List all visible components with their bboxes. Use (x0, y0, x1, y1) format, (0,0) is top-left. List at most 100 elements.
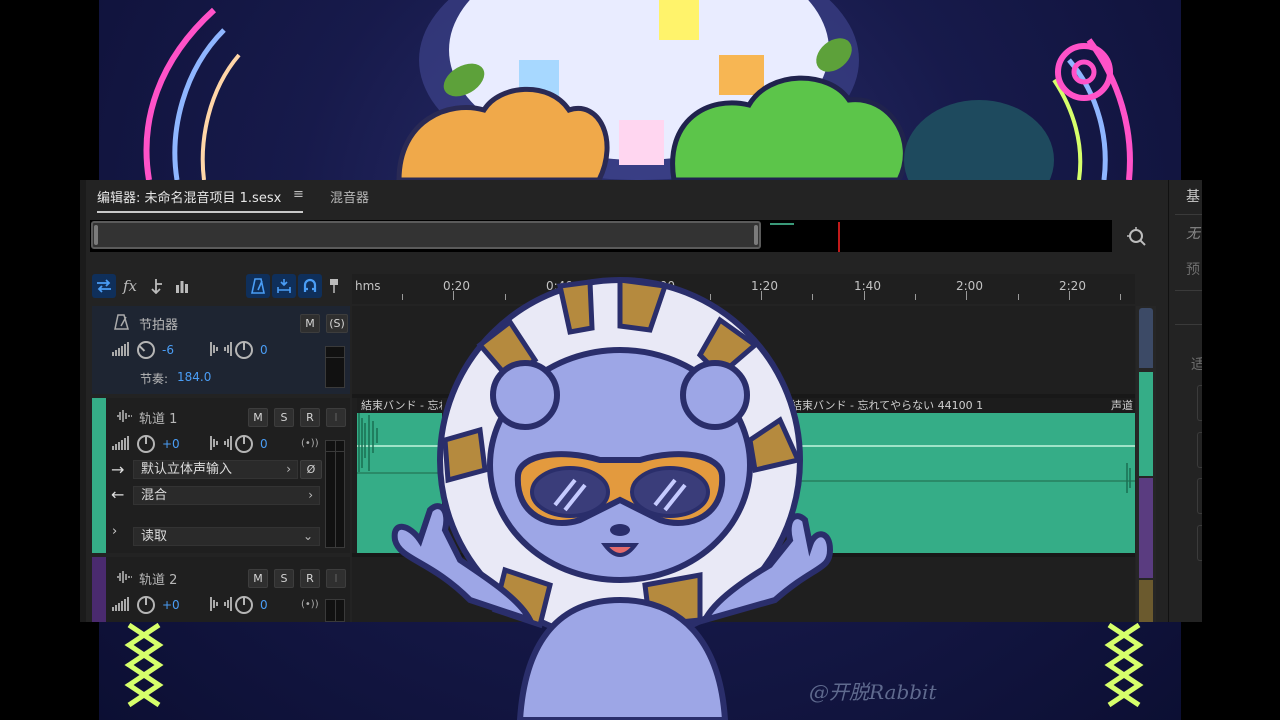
track-2-mute-button[interactable]: M (248, 569, 268, 588)
ruler-tick (453, 291, 455, 300)
ruler-label-1-40: 1:40 (854, 279, 881, 293)
track-1-output-label: 混合 (141, 488, 168, 503)
volume-icon (112, 436, 130, 453)
track-1-volume-knob[interactable] (137, 435, 155, 453)
phase-invert-button[interactable]: Ø (300, 460, 322, 479)
track-2-record-button[interactable]: R (300, 569, 320, 588)
track-2-level-meter (325, 599, 345, 622)
ruler-tick (709, 294, 711, 300)
ruler-tick (658, 291, 660, 300)
stereo-icon[interactable]: (•)) (301, 438, 319, 449)
track-1-volume-value[interactable]: +0 (162, 437, 180, 451)
metronome-pan-value[interactable]: 0 (260, 343, 268, 357)
ruler-tick (1017, 294, 1019, 300)
chevron-down-icon: ⌄ (302, 529, 313, 543)
track-2-pan-value[interactable]: 0 (260, 598, 268, 612)
overview-level-line (770, 223, 794, 225)
clip-2-waveform (787, 445, 1135, 493)
metronome-toggle-icon[interactable] (246, 274, 270, 298)
track-1-record-button[interactable]: R (300, 408, 320, 427)
overview-selection-handle[interactable] (91, 221, 761, 249)
track-2-volume-knob[interactable] (137, 596, 155, 614)
input-arrow-icon: → (111, 460, 125, 479)
track-2-solo-button[interactable]: S (274, 569, 294, 588)
snap-magnet-icon[interactable] (298, 274, 322, 298)
ruler-tick (966, 291, 968, 300)
metronome-mute-button[interactable]: M (300, 314, 320, 333)
track-1-automation-select[interactable]: 读取 ⌄ (133, 527, 320, 546)
stereo-icon[interactable]: (•)) (301, 599, 319, 610)
watermark-text: @开脱Rabbit (809, 680, 937, 704)
output-arrow-icon: ← (111, 485, 125, 504)
vertical-scrollbar[interactable] (1136, 306, 1156, 622)
volume-icon (112, 342, 130, 359)
time-selection-icon[interactable] (272, 274, 296, 298)
zoom-to-selection-icon[interactable] (1126, 226, 1148, 248)
track-1-input-monitor-button[interactable]: I (326, 408, 346, 427)
editor-tabbar: 编辑器: 未命名混音项目 1.sesx ≡ 混音器 (86, 180, 1166, 213)
track-2-pan-knob[interactable] (235, 596, 253, 614)
metronome-pan-knob[interactable] (235, 341, 253, 359)
time-ruler[interactable]: hms 0:20 0:40 1:00 1:20 1:40 2:00 2:20 (352, 274, 1135, 304)
clip-2-channel: 声道 (1111, 399, 1133, 412)
sends-icon[interactable] (144, 274, 168, 298)
tab-menu-icon[interactable]: ≡ (293, 187, 304, 202)
clip-1-label: 結束バンド - 忘れて (357, 398, 442, 413)
timeline-overview[interactable] (90, 220, 1112, 252)
track-1-pan-knob[interactable] (235, 435, 253, 453)
metronome-name: 节拍器 (139, 318, 179, 333)
waveform-track-icon (116, 571, 132, 586)
eq-icon[interactable] (170, 274, 194, 298)
metronome-volume-knob[interactable] (137, 341, 155, 359)
track-1-pan-value[interactable]: 0 (260, 437, 268, 451)
ruler-label-1-00: 1:00 (648, 279, 675, 293)
track-1-input-select[interactable]: 默认立体声输入 › (133, 460, 298, 479)
track-2-color-stripe (92, 557, 106, 622)
waveform-track-icon (116, 410, 132, 425)
clip-2-title: 結束バンド - 忘れてやらない 44100 1 (791, 399, 984, 412)
overview-playhead (838, 222, 840, 252)
metronome-track-header: 节拍器 M (S) -6 0 节奏: 184.0 (92, 306, 350, 394)
chevron-right-icon: › (308, 488, 313, 502)
inputs-outputs-icon[interactable] (92, 274, 116, 298)
expand-chevron-icon[interactable]: › (112, 524, 117, 539)
audio-clip-2[interactable]: 結束バンド - 忘れてやらない 44100 1 声道 (787, 398, 1135, 553)
effects-icon[interactable]: fx (118, 274, 142, 298)
audio-clip-1[interactable]: 結束バンド - 忘れて (357, 398, 442, 553)
track-1-color-stripe (92, 398, 106, 553)
track-2-name[interactable]: 轨道 2 (139, 569, 177, 588)
track-1-name[interactable]: 轨道 1 (139, 408, 177, 427)
ruler-tick (402, 294, 403, 300)
track-1-solo-button[interactable]: S (274, 408, 294, 427)
track-2-volume-value[interactable]: +0 (162, 598, 180, 612)
track-2-lane (352, 557, 1135, 622)
multitrack-timeline[interactable]: 結束バンド - 忘れて 結束バンド - 忘れてやらない 44100 1 声道 (352, 306, 1135, 622)
editor-window: 编辑器: 未命名混音项目 1.sesx ≡ 混音器 fx hms 0:20 0:… (80, 180, 1202, 622)
ruler-label-0-20: 0:20 (443, 279, 470, 293)
ruler-tick (504, 294, 506, 300)
track-1-input-label: 默认立体声输入 (141, 462, 233, 477)
panel-item-none: 无 (1186, 226, 1200, 242)
track-1-mute-button[interactable]: M (248, 408, 268, 427)
pan-icon (210, 342, 232, 359)
clip-2-label: 結束バンド - 忘れてやらない 44100 1 声道 (787, 398, 1135, 413)
clip-1-waveform (357, 413, 442, 474)
metronome-icon (114, 314, 130, 333)
tempo-value[interactable]: 184.0 (177, 370, 211, 384)
metronome-volume-value[interactable]: -6 (162, 343, 174, 357)
track-2-input-monitor-button[interactable]: I (326, 569, 346, 588)
ruler-tick (607, 294, 609, 300)
ruler-label-hms: hms (355, 279, 381, 293)
chevron-right-icon: › (286, 462, 291, 476)
metronome-solo-button[interactable]: (S) (326, 314, 348, 333)
essential-sound-panel: 基 无 预 适 (1168, 180, 1202, 622)
marker-pin-icon[interactable] (322, 274, 346, 298)
tab-editor[interactable]: 编辑器: 未命名混音项目 1.sesx (97, 187, 304, 213)
ruler-tick (1120, 294, 1122, 300)
pan-icon (210, 597, 232, 614)
panel-title: 基 (1186, 189, 1200, 205)
track-1-output-select[interactable]: 混合 › (133, 486, 320, 505)
ruler-tick (555, 291, 557, 300)
tab-mixer[interactable]: 混音器 (330, 187, 369, 206)
track-toolbar: fx (92, 274, 350, 304)
